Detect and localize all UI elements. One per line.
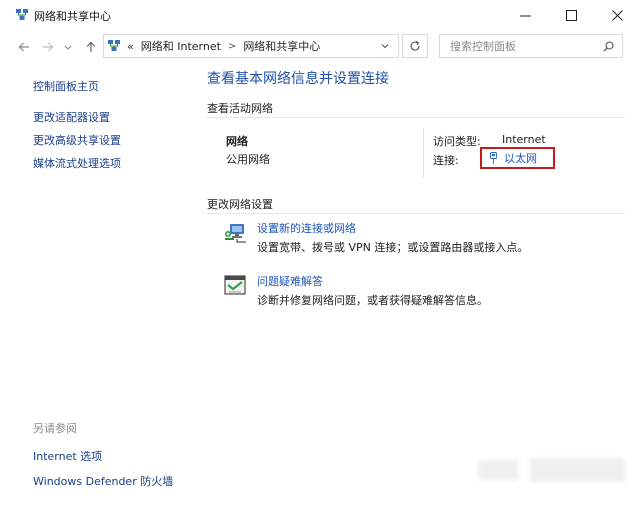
vertical-divider: [423, 128, 424, 178]
breadcrumb-overflow[interactable]: «: [127, 40, 134, 53]
change-settings-header-text: 更改网络设置: [207, 198, 273, 211]
recent-locations-button[interactable]: [62, 38, 74, 56]
network-center-icon: [16, 9, 28, 20]
section-divider: [207, 213, 625, 214]
chevron-down-icon[interactable]: [380, 41, 390, 51]
new-connection-icon: [225, 224, 246, 243]
search-box[interactable]: [439, 34, 623, 58]
troubleshoot-link[interactable]: 问题疑难解答: [257, 273, 323, 289]
watermark-blur: [478, 460, 518, 480]
media-streaming-options-link[interactable]: 媒体流式处理选项: [33, 157, 193, 170]
setup-new-connection-link[interactable]: 设置新的连接或网络: [257, 220, 356, 236]
search-input[interactable]: [448, 38, 602, 54]
access-type-label: 访问类型:: [433, 135, 481, 148]
left-pane: 控制面板主页 更改适配器设置 更改高级共享设置 媒体流式处理选项: [33, 80, 193, 170]
defender-firewall-link[interactable]: Windows Defender 防火墙: [33, 473, 213, 489]
page-title: 查看基本网络信息并设置连接: [207, 71, 389, 87]
title-bar: 网络和共享中心: [0, 0, 640, 30]
see-also-section: 另请参阅 Internet 选项 Windows Defender 防火墙: [33, 420, 213, 489]
close-icon: [611, 9, 623, 21]
ethernet-cable-icon: [490, 152, 497, 164]
active-networks-header: 查看活动网络: [207, 100, 625, 118]
up-button[interactable]: [82, 38, 100, 56]
breadcrumb-separator[interactable]: >: [228, 41, 236, 52]
minimize-button[interactable]: [502, 0, 548, 30]
window-title: 网络和共享中心: [34, 10, 111, 23]
arrow-left-icon: [18, 42, 29, 52]
watermark-blur: [530, 458, 625, 482]
troubleshoot-description: 诊断并修复网络问题，或者获得疑难解答信息。: [257, 294, 488, 307]
section-divider: [207, 117, 625, 118]
active-networks-header-text: 查看活动网络: [207, 102, 273, 115]
see-also-heading: 另请参阅: [33, 422, 77, 435]
network-type: 公用网络: [226, 153, 270, 166]
forward-button[interactable]: [39, 38, 57, 56]
ethernet-connection-label: 以太网: [504, 152, 537, 165]
breadcrumb-item[interactable]: 网络和 Internet: [141, 38, 221, 54]
search-icon[interactable]: [603, 41, 614, 52]
arrow-up-icon: [86, 41, 96, 52]
close-button[interactable]: [594, 0, 640, 30]
setup-new-connection-description: 设置宽带、拨号或 VPN 连接；或设置路由器或接入点。: [257, 241, 529, 254]
control-panel-home-link[interactable]: 控制面板主页: [33, 80, 193, 93]
connections-label: 连接:: [433, 154, 459, 167]
refresh-button[interactable]: [402, 34, 428, 58]
back-button[interactable]: [15, 38, 33, 56]
ethernet-connection-link[interactable]: 以太网: [480, 147, 555, 169]
change-advanced-sharing-link[interactable]: 更改高级共享设置: [33, 134, 193, 147]
network-name: 网络: [226, 135, 248, 148]
breadcrumb-item[interactable]: 网络和共享中心: [243, 38, 320, 54]
change-adapter-settings-link[interactable]: 更改适配器设置: [33, 111, 193, 124]
navigation-bar: « 网络和 Internet > 网络和共享中心: [0, 30, 640, 64]
maximize-icon: [565, 9, 577, 21]
change-settings-header: 更改网络设置: [207, 196, 625, 214]
troubleshoot-icon: [224, 275, 246, 295]
maximize-button[interactable]: [548, 0, 594, 30]
access-type-value: Internet: [502, 133, 546, 146]
network-center-icon: [108, 40, 120, 51]
refresh-icon: [410, 41, 420, 51]
internet-options-link[interactable]: Internet 选项: [33, 448, 213, 464]
address-bar[interactable]: « 网络和 Internet > 网络和共享中心: [103, 34, 399, 58]
minimize-icon: [519, 15, 531, 16]
chevron-down-icon: [64, 45, 72, 50]
arrow-right-icon: [43, 42, 54, 52]
